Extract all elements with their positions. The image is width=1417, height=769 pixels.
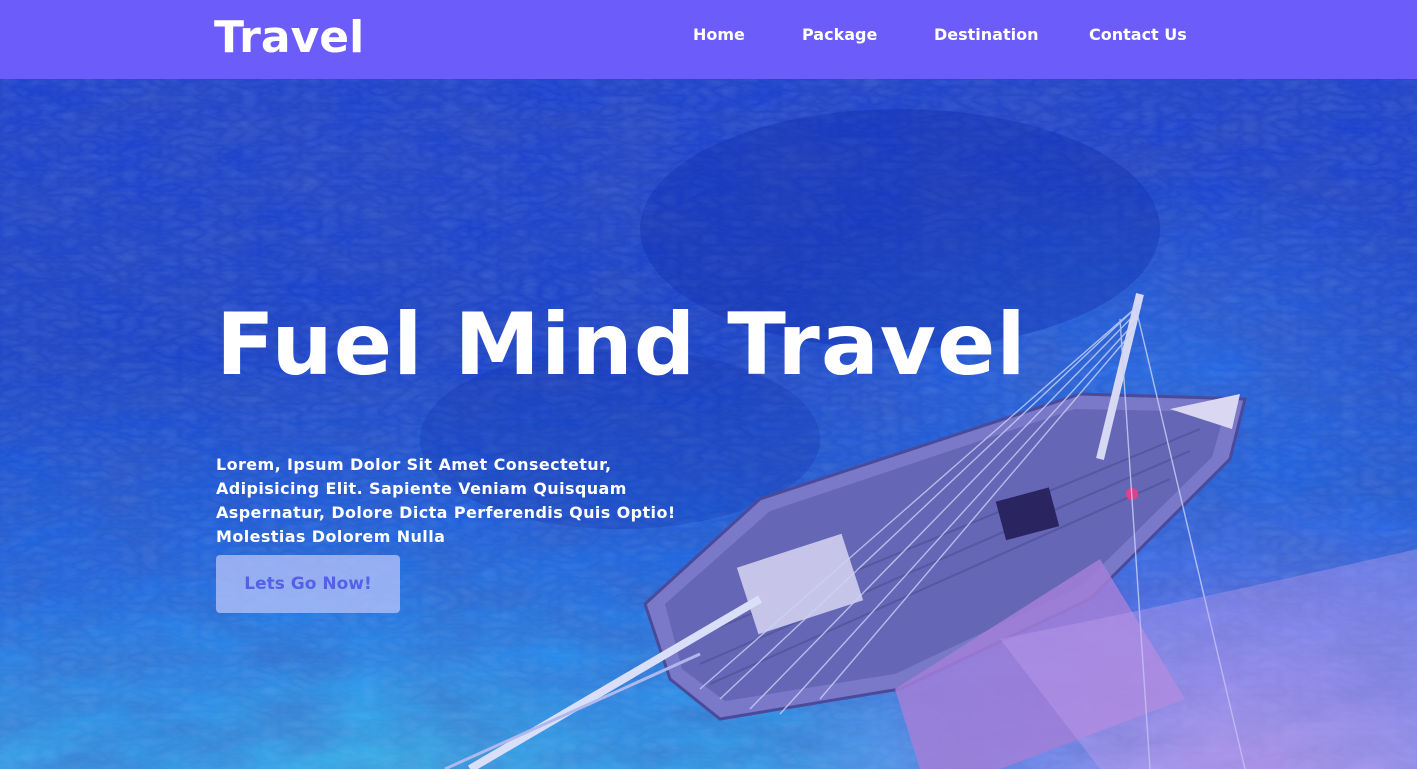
hero-title: Fuel Mind Travel [216,295,1027,395]
landing-page: Travel Home Package Destination Contact … [0,0,1417,769]
lets-go-button[interactable]: Lets Go Now! [216,555,400,613]
nav-destination-link[interactable]: Destination [934,24,1039,46]
main-nav: Home Package Destination Contact Us [0,24,1417,48]
hero-section: Fuel Mind Travel Lorem, Ipsum Dolor Sit … [0,79,1417,769]
nav-package-link[interactable]: Package [802,24,877,46]
boat-illustration [444,293,1417,769]
nav-home-link[interactable]: Home [693,24,745,46]
nav-contact-link[interactable]: Contact Us [1089,24,1187,46]
hero-description: Lorem, Ipsum Dolor Sit Amet Consectetur,… [216,455,676,546]
site-header: Travel Home Package Destination Contact … [0,0,1417,79]
